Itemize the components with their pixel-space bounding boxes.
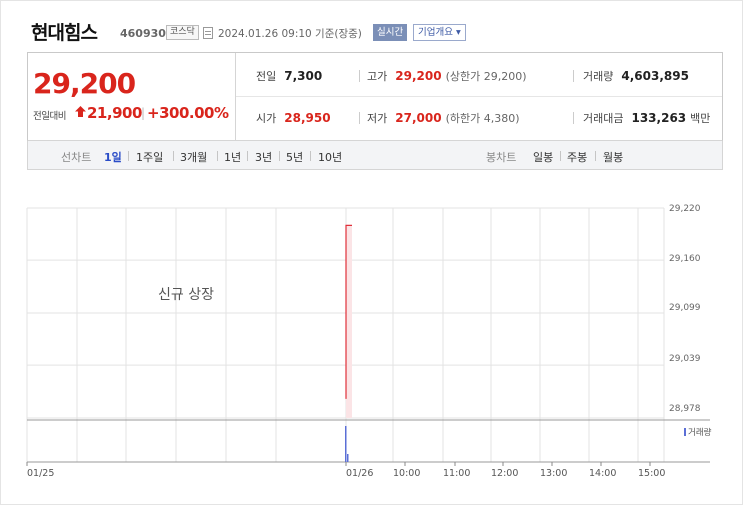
stat-label: 저가 — [367, 112, 388, 125]
change-separator: | — [141, 106, 146, 120]
stat-unit: 백만 — [690, 112, 711, 125]
change-label: 전일대비 — [33, 111, 66, 122]
stat-value: 4,603,895 — [621, 69, 689, 83]
stat-label: 고가 — [367, 70, 388, 83]
x-tick-label: 01/25 — [27, 468, 55, 479]
document-icon[interactable] — [203, 27, 213, 39]
tab-divider — [560, 151, 561, 161]
tab-period-1y[interactable]: 1년 — [224, 149, 241, 165]
stat-open: 시가 28,950 — [256, 110, 331, 126]
tab-candle-weekly[interactable]: 주봉 — [567, 149, 587, 165]
price-chart-canvas — [26, 207, 710, 466]
current-price: 29,200 — [33, 67, 136, 100]
y-tick-label: 28,978 — [669, 404, 701, 414]
stock-name: 현대힘스 — [31, 22, 98, 44]
stat-divider — [359, 70, 360, 82]
price-chart[interactable]: 신규 상장 거래량 29,220 29,160 29,099 29,039 28… — [0, 170, 743, 505]
change-value: 21,900 — [87, 104, 142, 122]
stat-label: 거래대금 — [583, 112, 624, 125]
volume-bar — [347, 454, 349, 462]
y-tick-label: 29,039 — [669, 354, 701, 364]
quote-summary: 29,200 전일대비 21,900 | +300.00% 전일 7,300 고가… — [27, 52, 723, 141]
stat-high: 고가 29,200 (상한가 29,200) — [367, 68, 527, 84]
up-arrow-icon — [75, 106, 86, 117]
new-listing-note: 신규 상장 — [158, 287, 214, 303]
tab-period-1d[interactable]: 1일 — [104, 149, 122, 165]
stat-trade-value: 거래대금 133,263 백만 — [583, 110, 710, 126]
stat-volume: 거래량 4,603,895 — [583, 68, 689, 84]
x-tick-label: 10:00 — [393, 468, 421, 479]
stock-code: 460930 — [120, 27, 166, 40]
x-tick-label: 15:00 — [638, 468, 666, 479]
tab-divider — [247, 151, 248, 161]
x-tick-label: 12:00 — [491, 468, 519, 479]
stat-label: 거래량 — [583, 70, 614, 83]
stat-value: 28,950 — [284, 111, 331, 125]
stat-sub: (하한가 4,380) — [445, 112, 520, 125]
tab-period-1w[interactable]: 1주일 — [136, 149, 163, 165]
stat-label: 전일 — [256, 70, 277, 83]
change-rate: +300.00% — [147, 104, 229, 122]
y-tick-label: 29,160 — [669, 254, 701, 264]
tab-period-5y[interactable]: 5년 — [286, 149, 303, 165]
tab-divider — [279, 151, 280, 161]
tab-divider — [310, 151, 311, 161]
stock-header: 현대힘스 460930 코스닥 2024.01.26 09:10 기준(장중) … — [0, 0, 743, 50]
price-area: 29,200 전일대비 21,900 | +300.00% — [28, 53, 236, 140]
tab-period-3y[interactable]: 3년 — [255, 149, 272, 165]
tab-divider — [217, 151, 218, 161]
stat-prev-close: 전일 7,300 — [256, 68, 322, 84]
stat-low: 저가 27,000 (하한가 4,380) — [367, 110, 520, 126]
tab-period-3m[interactable]: 3개월 — [180, 149, 207, 165]
y-tick-label: 29,099 — [669, 303, 701, 313]
quote-timestamp: 2024.01.26 09:10 기준(장중) — [218, 28, 362, 40]
tab-divider — [595, 151, 596, 161]
realtime-button[interactable]: 실시간 — [373, 24, 408, 41]
stat-value: 27,000 — [395, 111, 442, 125]
stat-value: 7,300 — [284, 69, 323, 83]
stat-divider — [359, 112, 360, 124]
stat-divider — [573, 112, 574, 124]
chart-tab-bar: 선차트 1일 1주일 3개월 1년 3년 5년 10년 봉차트 일봉 주봉 월봉 — [27, 141, 723, 170]
x-tick-label: 14:00 — [589, 468, 617, 479]
volume-legend: 거래량 — [684, 426, 711, 438]
volume-bar — [345, 426, 347, 462]
x-tick-label: 11:00 — [443, 468, 471, 479]
tab-period-10y[interactable]: 10년 — [318, 149, 342, 165]
stat-label: 시가 — [256, 112, 277, 125]
tab-divider — [173, 151, 174, 161]
candle-chart-label: 봉차트 — [486, 151, 517, 164]
market-badge: 코스닥 — [166, 25, 199, 40]
stat-value: 29,200 — [395, 69, 442, 83]
price-area-fill — [346, 225, 352, 418]
line-chart-label: 선차트 — [61, 151, 92, 164]
company-overview-button[interactable]: 기업개요 ▾ — [413, 24, 466, 41]
x-tick-label: 13:00 — [540, 468, 568, 479]
tab-divider — [128, 151, 129, 161]
stat-divider — [573, 70, 574, 82]
tab-candle-daily[interactable]: 일봉 — [533, 149, 553, 165]
tab-candle-monthly[interactable]: 월봉 — [603, 149, 623, 165]
x-tick-label: 01/26 — [346, 468, 374, 479]
stats-row-divider — [236, 96, 722, 97]
stat-value: 133,263 — [631, 111, 687, 125]
y-tick-label: 29,220 — [669, 204, 701, 214]
stat-sub: (상한가 29,200) — [445, 70, 527, 83]
